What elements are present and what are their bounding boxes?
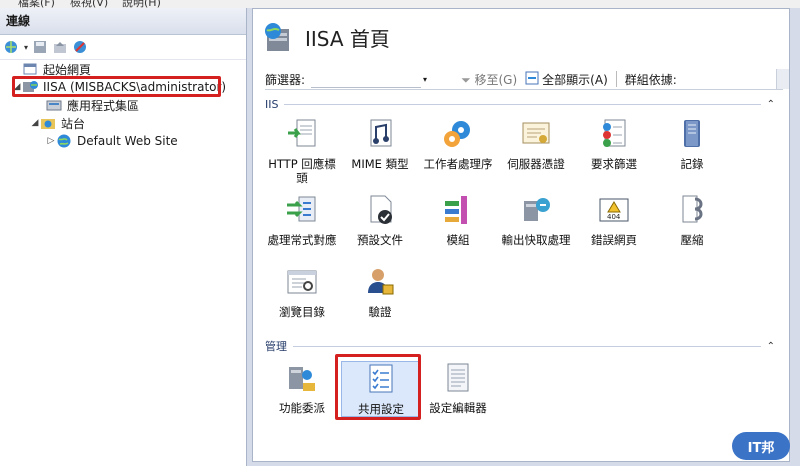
menu-view[interactable]: 檢視(V)	[70, 0, 108, 8]
feature-server-certificates[interactable]: 伺服器憑證	[497, 117, 575, 171]
sites-folder-icon	[40, 115, 56, 131]
tree-sites[interactable]: ◢ 站台	[30, 114, 87, 132]
filter-bar: 篩選器: ▾ ⏷ 移至(G) 全部顯示(A) 群組依據:	[265, 69, 783, 90]
collapse-arrow-icon[interactable]: ◢	[30, 118, 40, 128]
filter-label: 篩選器:	[265, 72, 306, 87]
app-pool-icon	[46, 97, 62, 113]
group-divider	[284, 103, 761, 105]
error-pages-icon: 404	[597, 193, 631, 227]
connections-title: 連線	[0, 8, 246, 35]
disconnect-icon[interactable]	[72, 39, 88, 55]
default-document-icon	[363, 193, 397, 227]
feature-error-pages[interactable]: 404 錯誤網頁	[575, 193, 653, 247]
feature-mime-types[interactable]: MIME 類型	[341, 117, 419, 171]
authentication-icon	[363, 265, 397, 299]
filter-dropdown-icon[interactable]: ▾	[423, 75, 427, 84]
configuration-editor-icon	[441, 361, 475, 395]
feature-worker-processes[interactable]: 工作者處理序	[419, 117, 497, 171]
directory-browsing-icon	[285, 265, 319, 299]
collapse-chevron-icon[interactable]: ⌃	[767, 341, 775, 352]
go-button[interactable]: ⏷ 移至(G)	[461, 71, 517, 88]
modules-icon	[441, 193, 475, 227]
expand-arrow-icon[interactable]: ▷	[46, 136, 56, 146]
feature-delegation[interactable]: 功能委派	[263, 361, 341, 415]
shared-config-highlight-box	[335, 354, 421, 420]
server-highlight-box	[12, 76, 221, 97]
feature-request-filtering[interactable]: 要求篩選	[575, 117, 653, 171]
connect-globe-icon[interactable]	[4, 39, 20, 55]
certificate-icon	[519, 117, 553, 151]
home-pane: IISA 首頁 篩選器: ▾ ⏷ 移至(G) 全部顯示(A) 群組依據: IIS…	[252, 8, 790, 462]
server-home-icon	[263, 21, 295, 53]
svg-text:404: 404	[607, 213, 621, 221]
logging-icon	[675, 117, 709, 151]
feature-delegation-icon	[285, 361, 319, 395]
group-header-iis[interactable]: IIS ⌃	[265, 97, 775, 111]
group-by-label[interactable]: 群組依據:	[625, 71, 677, 88]
group-divider	[293, 345, 761, 347]
page-header: IISA 首頁	[253, 17, 390, 57]
scrollbar[interactable]	[776, 69, 789, 89]
group-header-management[interactable]: 管理 ⌃	[265, 339, 775, 353]
connections-toolbar: ▾	[0, 35, 246, 60]
tree-default-web-site[interactable]: ▷ Default Web Site	[46, 132, 180, 150]
save-icon[interactable]	[32, 39, 48, 55]
feature-handler-mappings[interactable]: 處理常式對應	[263, 193, 341, 247]
mime-icon	[363, 117, 397, 151]
menu-bar: 檔案(F) 檢視(V) 說明(H)	[0, 0, 800, 8]
feature-compression[interactable]: 壓縮	[653, 193, 731, 247]
worker-process-icon	[441, 117, 475, 151]
feature-directory-browsing[interactable]: 瀏覽目錄	[263, 265, 341, 319]
feature-logging[interactable]: 記錄	[653, 117, 731, 171]
site-watermark-logo: IT邦	[732, 432, 790, 460]
globe-icon	[56, 133, 72, 149]
feature-http-response-headers[interactable]: HTTP 回應標頭	[263, 117, 341, 185]
feature-output-caching[interactable]: 輸出快取處理	[497, 193, 575, 247]
http-response-icon	[285, 117, 319, 151]
connections-pane: 連線 ▾ 起始網頁 ◢ IISA (MISBACKS\administrator…	[0, 8, 247, 466]
page-title: IISA 首頁	[305, 26, 390, 51]
handler-mapping-icon	[285, 193, 319, 227]
feature-modules[interactable]: 模組	[419, 193, 497, 247]
show-all-button[interactable]: 全部顯示(A)	[525, 71, 608, 88]
tree-app-pools[interactable]: 應用程式集區	[46, 96, 141, 114]
filter-input[interactable]	[311, 71, 422, 88]
feature-configuration-editor[interactable]: 設定編輯器	[419, 361, 497, 415]
show-all-icon	[525, 71, 539, 88]
collapse-chevron-icon[interactable]: ⌃	[767, 99, 775, 110]
request-filter-icon	[597, 117, 631, 151]
toolbar-separator	[615, 71, 617, 87]
funnel-icon: ⏷	[461, 72, 471, 87]
output-cache-icon	[519, 193, 553, 227]
feature-authentication[interactable]: 驗證	[341, 265, 419, 319]
feature-default-document[interactable]: 預設文件	[341, 193, 419, 247]
up-folder-icon[interactable]	[52, 39, 68, 55]
connect-dropdown-icon[interactable]: ▾	[24, 43, 28, 52]
compression-icon	[675, 193, 709, 227]
menu-file[interactable]: 檔案(F)	[18, 0, 55, 8]
menu-help[interactable]: 說明(H)	[122, 0, 161, 8]
start-page-icon	[22, 61, 38, 77]
